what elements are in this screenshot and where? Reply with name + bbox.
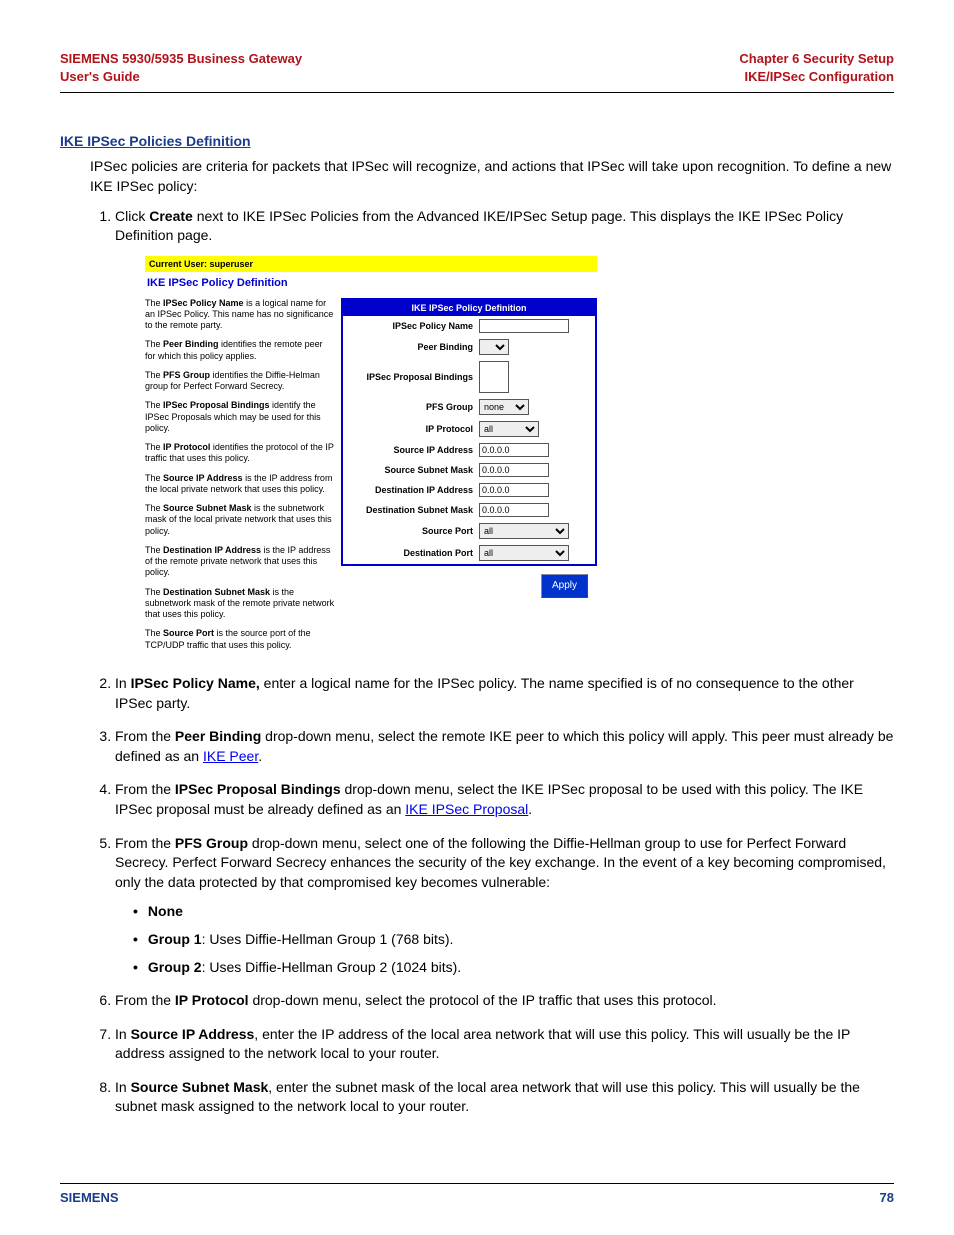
intro-paragraph: IPSec policies are criteria for packets … [90, 157, 894, 196]
chapter-label: Chapter 6 Security Setup [739, 51, 894, 66]
ike-peer-link[interactable]: IKE Peer [203, 748, 258, 764]
section-heading: IKE IPSec Policies Definition [60, 133, 894, 149]
section-topic: IKE/IPSec Configuration [744, 69, 894, 84]
footer-page-number: 78 [880, 1190, 894, 1205]
footer-brand: SIEMENS [60, 1190, 119, 1205]
ss-form-panel: IKE IPSec Policy Definition IPSec Policy… [341, 298, 597, 567]
ss-src-port-label: Source Port [348, 525, 479, 538]
pfs-option-group1: Group 1: Uses Diffie-Hellman Group 1 (76… [133, 930, 894, 950]
pfs-options-list: None Group 1: Uses Diffie-Hellman Group … [115, 902, 894, 977]
ss-src-mask-input[interactable] [479, 463, 549, 477]
step-2: In IPSec Policy Name, enter a logical na… [115, 674, 894, 713]
pfs-option-group2: Group 2: Uses Diffie-Hellman Group 2 (10… [133, 958, 894, 978]
step-3: From the Peer Binding drop-down menu, se… [115, 727, 894, 766]
ss-apply-button[interactable]: Apply [541, 574, 588, 598]
step-7: In Source IP Address, enter the IP addre… [115, 1025, 894, 1064]
ss-panel-header: IKE IPSec Policy Definition [343, 300, 595, 317]
ike-ipsec-proposal-link[interactable]: IKE IPSec Proposal [405, 801, 528, 817]
pfs-option-none: None [133, 902, 894, 922]
ss-proposal-bindings-label: IPSec Proposal Bindings [348, 371, 479, 384]
ss-dst-port-label: Destination Port [348, 547, 479, 560]
ss-dst-mask-input[interactable] [479, 503, 549, 517]
ss-ip-protocol-select[interactable]: all [479, 421, 539, 437]
ss-src-ip-label: Source IP Address [348, 444, 479, 457]
ss-dst-ip-input[interactable] [479, 483, 549, 497]
ss-ip-protocol-label: IP Protocol [348, 423, 479, 436]
ss-pfs-group-select[interactable]: none [479, 399, 529, 415]
ss-help-column: The IPSec Policy Name is a logical name … [145, 298, 335, 659]
steps-list: Click Create next to IKE IPSec Policies … [90, 207, 894, 1118]
ss-dst-port-select[interactable]: all [479, 545, 569, 561]
ss-pfs-group-label: PFS Group [348, 401, 479, 414]
step-5: From the PFS Group drop-down menu, selec… [115, 834, 894, 978]
ss-policy-name-label: IPSec Policy Name [348, 320, 479, 333]
ss-src-ip-input[interactable] [479, 443, 549, 457]
ss-peer-binding-label: Peer Binding [348, 341, 479, 354]
page-header: SIEMENS 5930/5935 Business Gateway User'… [60, 50, 894, 93]
ss-peer-binding-select[interactable] [479, 339, 509, 355]
ss-src-port-select[interactable]: all [479, 523, 569, 539]
ss-dst-ip-label: Destination IP Address [348, 484, 479, 497]
ss-user-bar: Current User: superuser [145, 256, 597, 273]
header-right: Chapter 6 Security Setup IKE/IPSec Confi… [739, 50, 894, 86]
embedded-screenshot: Current User: superuser IKE IPSec Policy… [145, 256, 597, 659]
ss-page-title: IKE IPSec Policy Definition [145, 272, 597, 297]
step-8: In Source Subnet Mask, enter the subnet … [115, 1078, 894, 1117]
doc-title: User's Guide [60, 69, 140, 84]
ss-dst-mask-label: Destination Subnet Mask [348, 504, 479, 517]
header-left: SIEMENS 5930/5935 Business Gateway User'… [60, 50, 302, 86]
step-1: Click Create next to IKE IPSec Policies … [115, 207, 894, 659]
ss-policy-name-input[interactable] [479, 319, 569, 333]
ss-proposal-bindings-list[interactable] [479, 361, 509, 393]
ss-src-mask-label: Source Subnet Mask [348, 464, 479, 477]
page-footer: SIEMENS 78 [60, 1183, 894, 1205]
step-6: From the IP Protocol drop-down menu, sel… [115, 991, 894, 1011]
product-title: SIEMENS 5930/5935 Business Gateway [60, 51, 302, 66]
step-4: From the IPSec Proposal Bindings drop-do… [115, 780, 894, 819]
